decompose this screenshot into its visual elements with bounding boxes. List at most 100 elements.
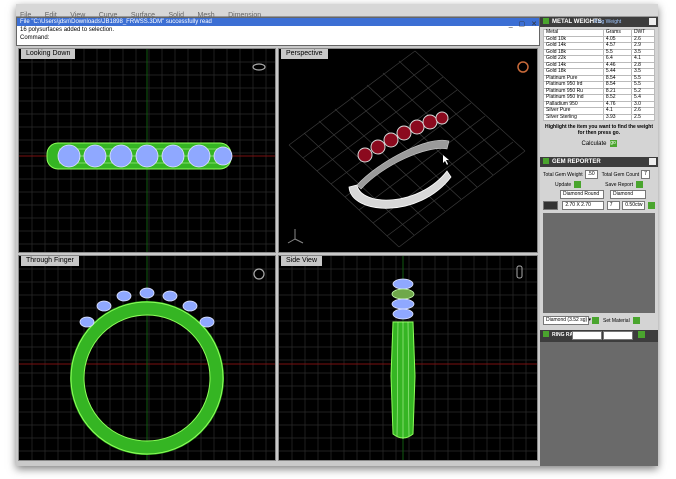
- gem-outline: [96, 300, 112, 312]
- gem-qty: 7: [606, 201, 621, 211]
- gem-size: 2.70 X 2.70: [562, 201, 604, 211]
- ring-rail-country[interactable]: USA: [571, 331, 602, 341]
- metal-weights-note: Highlight the item you want to find the …: [544, 124, 654, 136]
- perspective-grid: [288, 50, 526, 248]
- ring-rail-go-button[interactable]: [638, 331, 646, 338]
- gem-outline: [392, 308, 414, 320]
- ruby-gem: [422, 114, 438, 130]
- metal-cell: Silver Sterling: [543, 113, 604, 121]
- metal-cell: 2.5: [630, 113, 656, 121]
- viewport-front[interactable]: Through Finger: [18, 255, 276, 461]
- panel-icon: [543, 18, 549, 24]
- metal-weights-header: METAL WEIGHTS Ring Weight: [540, 17, 658, 27]
- gem-outline: [79, 316, 95, 328]
- gem-outline: [199, 316, 215, 328]
- ring-rail-area: [540, 342, 658, 466]
- viewport-title[interactable]: Perspective: [281, 49, 328, 59]
- ruby-gem: [396, 125, 412, 141]
- view-ring-icon: [253, 268, 265, 280]
- panel-icon: [543, 158, 549, 165]
- gem-outline: [109, 144, 133, 168]
- cursor-icon: [443, 155, 449, 165]
- view-ring-icon: [517, 61, 529, 73]
- gem-actions-row: Update Save Report: [540, 180, 658, 189]
- command-history-line: 16 polysurfaces added to selection.: [20, 27, 115, 33]
- close-icon[interactable]: ✕: [531, 21, 537, 28]
- gem-weight: 0.50ctw: [622, 201, 646, 211]
- ring-rail-label: RING RAIL: [552, 331, 578, 338]
- metal-weights-rows: Gold 10k 4.05 2.6 Gold 14k 4.57 2.9 Gold 18k 5.…: [543, 35, 656, 121]
- menu-bar: File Edit View Curve Surface Solid Mesh …: [16, 4, 658, 19]
- viewport-side-canvas[interactable]: [279, 256, 537, 460]
- ruby-gem: [357, 147, 373, 163]
- update-action: Update: [555, 181, 582, 189]
- update-label: Update: [555, 181, 572, 188]
- gem-outline: [135, 144, 159, 168]
- gem-outline: [161, 144, 185, 168]
- ruby-gem: [383, 132, 399, 148]
- close-icon[interactable]: [649, 18, 656, 25]
- ring-rail-size[interactable]: 7: [603, 331, 634, 341]
- gem-list-area[interactable]: [543, 213, 655, 314]
- viewport-perspective[interactable]: Perspective: [278, 48, 538, 253]
- plugin-panel: METAL WEIGHTS Ring Weight Metal Grams DW…: [540, 17, 658, 466]
- save-report-action: Save Report: [605, 181, 643, 189]
- set-material-label: Set Material: [603, 317, 630, 324]
- axis-gizmo-icon: [287, 229, 304, 244]
- save-report-button[interactable]: [635, 181, 643, 189]
- gem-outline: [391, 298, 415, 310]
- gem-reporter-header: GEM REPORTER: [540, 157, 658, 168]
- viewport-top-canvas[interactable]: [19, 49, 275, 252]
- total-gem-count-label: Total Gem Count: [601, 171, 640, 178]
- metal-row[interactable]: Silver Sterling 3.93 2.5: [543, 113, 656, 121]
- column-header: Diamond: [610, 190, 646, 200]
- gem-table-row[interactable]: 2.70 X 2.70 7 0.50ctw: [540, 200, 658, 211]
- total-gem-weight-label: Total Gem Weight: [543, 171, 583, 178]
- maximize-icon[interactable]: ▢: [519, 21, 526, 28]
- gem-table-header: Diamond Round Diamond: [540, 189, 658, 200]
- gem-outline: [83, 144, 107, 168]
- calculate-go-button[interactable]: go: [609, 140, 617, 147]
- app-window: File Edit View Curve Surface Solid Mesh …: [16, 4, 658, 466]
- close-icon[interactable]: [649, 158, 656, 166]
- viewport-top[interactable]: Looking Down: [18, 48, 276, 253]
- gem-outline: [182, 300, 198, 312]
- viewport-perspective-canvas[interactable]: [279, 49, 537, 252]
- gem-reporter-title: GEM REPORTER: [552, 159, 601, 166]
- command-area: File "C:\Users\jdsn\Downloads\JB1898_FRW…: [16, 17, 540, 46]
- viewport-side[interactable]: Side View: [278, 255, 538, 461]
- gem-stack: [391, 278, 415, 320]
- calculate-label: Calculate: [581, 141, 607, 148]
- material-name: Diamond: [546, 317, 567, 324]
- ruby-gem: [409, 119, 425, 135]
- command-history-line: File "C:\Users\jdsn\Downloads\JB1898_FRW…: [17, 18, 539, 26]
- gem-outline: [187, 144, 211, 168]
- panel-icon: [543, 331, 549, 338]
- minimize-icon[interactable]: _: [509, 21, 513, 28]
- material-go-button[interactable]: [592, 317, 599, 325]
- metal-weights-extra: Ring Weight: [594, 19, 622, 25]
- gem-outline: [162, 290, 178, 302]
- ruby-gem: [435, 111, 449, 125]
- gem-totals-row: Total Gem Weight .50 Total Gem Count 7: [540, 169, 658, 180]
- set-material-button[interactable]: [632, 317, 640, 325]
- total-gem-weight-value: .50: [584, 170, 598, 180]
- view-ring-icon: [252, 63, 266, 71]
- command-prompt[interactable]: Command:: [17, 34, 539, 42]
- save-report-label: Save Report: [605, 181, 633, 188]
- material-density: (3.52 sg): [567, 317, 588, 324]
- viewport-front-canvas[interactable]: [19, 256, 275, 460]
- viewport-title[interactable]: Looking Down: [21, 49, 76, 59]
- view-ring-icon: [516, 265, 523, 279]
- material-select[interactable]: Diamond (3.52 sg) ▾: [543, 316, 591, 326]
- gem-row-button[interactable]: [648, 202, 656, 210]
- gem-outline: [392, 278, 414, 290]
- viewport-title[interactable]: Side View: [281, 256, 323, 266]
- gem-outline: [57, 144, 81, 168]
- command-window-controls: _ ▢ ✕: [505, 20, 537, 28]
- gem-setting: [391, 288, 415, 300]
- metal-cell: 3.93: [602, 113, 632, 121]
- gem-outline: [116, 290, 132, 302]
- update-button[interactable]: [574, 181, 582, 189]
- viewport-title[interactable]: Through Finger: [21, 256, 79, 266]
